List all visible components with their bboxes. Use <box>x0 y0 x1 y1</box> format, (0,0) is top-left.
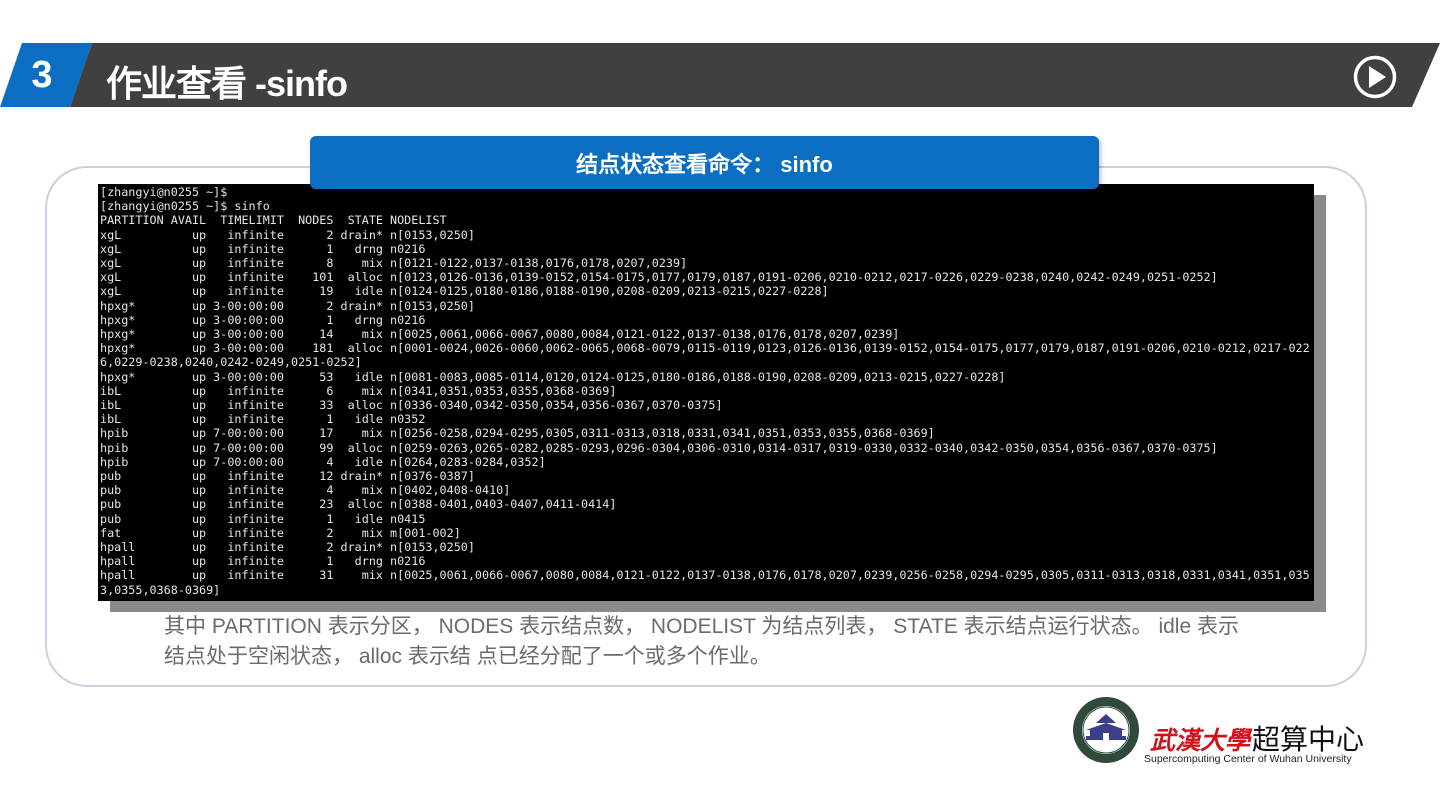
terminal-line: hpall up infinite 31 mix n[0025,0061,006… <box>100 568 1310 583</box>
terminal-line: 6,0229-0238,0240,0242-0249,0251-0252] <box>100 355 362 370</box>
terminal-line: [zhangyi@n0255 ~]$ sinfo <box>100 199 270 214</box>
terminal-line: xgL up infinite 19 idle n[0124-0125,0180… <box>100 284 829 299</box>
terminal-line: PARTITION AVAIL TIMELIMIT NODES STATE NO… <box>100 213 447 228</box>
terminal-line: hpib up 7-00:00:00 99 alloc n[0259-0263,… <box>100 440 1218 455</box>
terminal-line: ibL up infinite 1 idle n0352 <box>100 412 426 427</box>
terminal-line: hpxg* up 3-00:00:00 181 alloc n[0001-002… <box>100 341 1310 356</box>
university-seal-logo <box>1073 697 1139 763</box>
terminal-line: pub up infinite 12 drain* n[0376-0387] <box>100 469 475 484</box>
command-title-button[interactable]: 结点状态查看命令： sinfo <box>310 136 1099 189</box>
logo-university-name: 武漢大學 <box>1150 726 1251 755</box>
terminal-output: [zhangyi@n0255 ~]$ [zhangyi@n0255 ~]$ sin… <box>100 185 1310 597</box>
terminal-line: hpxg* up 3-00:00:00 53 idle n[0081-0083,… <box>100 369 1006 384</box>
terminal-screenshot: [zhangyi@n0255 ~]$ [zhangyi@n0255 ~]$ sin… <box>98 184 1314 601</box>
terminal-line: hpall up infinite 1 drng n0216 <box>100 554 426 569</box>
terminal-line: ibL up infinite 33 alloc n[0336-0340,034… <box>100 398 723 413</box>
logo-center-name: 超算中心 <box>1252 724 1365 755</box>
terminal-line: hpall up infinite 2 drain* n[0153,0250] <box>100 540 475 555</box>
page-title: 作业查看 -sinfo <box>106 63 348 104</box>
terminal-line: hpxg* up 3-00:00:00 14 mix n[0025,0061,0… <box>100 327 900 342</box>
terminal-line: xgL up infinite 2 drain* n[0153,0250] <box>100 227 475 242</box>
logo-english-name: Supercomputing Center of Wuhan Universit… <box>1144 753 1352 765</box>
caption-text: 其中 PARTITION 表示分区， NODES 表示结点数， NODELIST… <box>164 615 1239 668</box>
terminal-line: xgL up infinite 1 drng n0216 <box>100 241 426 256</box>
terminal-line: hpib up 7-00:00:00 17 mix n[0256-0258,02… <box>100 426 935 441</box>
terminal-line: fat up infinite 2 mix m[001-002] <box>100 525 461 540</box>
terminal-line: hpxg* up 3-00:00:00 2 drain* n[0153,0250… <box>100 298 475 313</box>
terminal-line: pub up infinite 1 idle n0415 <box>100 511 426 526</box>
terminal-line: pub up infinite 23 alloc n[0388-0401,040… <box>100 497 617 512</box>
terminal-line: pub up infinite 4 mix n[0402,0408-0410] <box>100 483 511 498</box>
terminal-line: 3,0355,0368-0369] <box>100 582 221 597</box>
logo-chinese-name: 武漢大學 超算中心 <box>1150 718 1364 758</box>
terminal-line: ibL up infinite 6 mix n[0341,0351,0353,0… <box>100 383 617 398</box>
terminal-line: hpib up 7-00:00:00 4 idle n[0264,0283-02… <box>100 454 546 469</box>
terminal-line: xgL up infinite 101 alloc n[0123,0126-01… <box>100 270 1218 285</box>
terminal-line: hpxg* up 3-00:00:00 1 drng n0216 <box>100 312 426 327</box>
play-circle-icon[interactable] <box>1353 55 1397 99</box>
terminal-line: xgL up infinite 8 mix n[0121-0122,0137-0… <box>100 256 688 271</box>
